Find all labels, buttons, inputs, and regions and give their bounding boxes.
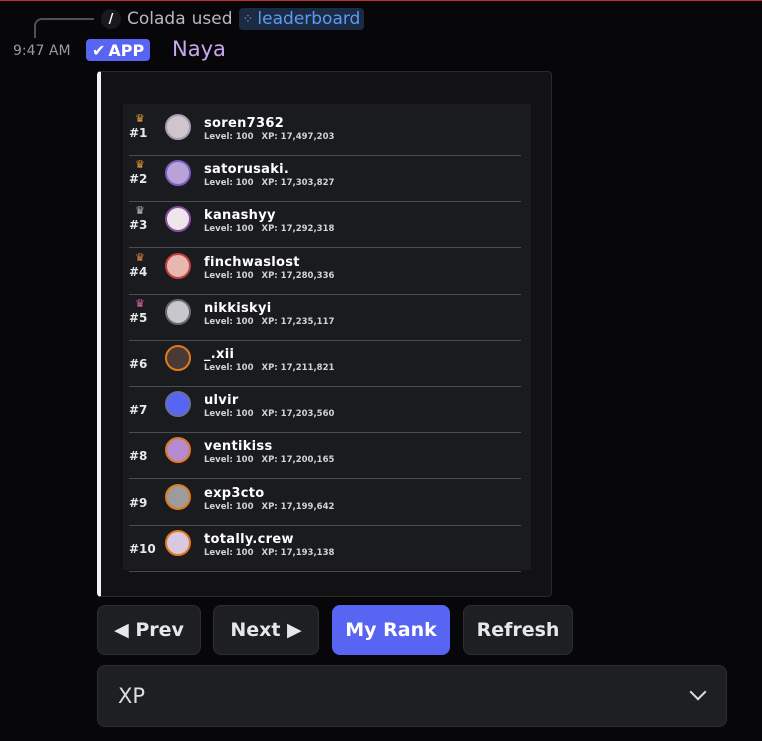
rank-number: #9 [129, 495, 148, 510]
message-timestamp: 9:47 AM [13, 43, 71, 59]
member-level: Level: 100 [204, 547, 254, 558]
app-badge: ✔ APP [86, 39, 151, 61]
member-name: satorusaki. [204, 162, 290, 178]
refresh-button[interactable]: Refresh [463, 605, 573, 655]
check-icon: ✔ [92, 40, 106, 60]
crown-icon: ♛ [135, 112, 145, 125]
chevron-down-icon [689, 683, 707, 701]
avatar [165, 206, 191, 233]
member-level: Level: 100 [204, 363, 254, 373]
member-name: exp3cto [204, 485, 265, 501]
member-stats: Level: 100 XP: 17,280,336 [204, 271, 334, 281]
member-name: finchwaslost [204, 254, 300, 270]
member-stats: Level: 100 XP: 17,203,560 [204, 409, 334, 419]
leaderboard-image: ♛ #1 soren7362 Level: 100 XP: 17,497,203 ♛ #2 s… [123, 104, 531, 572]
avatar [165, 391, 191, 418]
member-xp: XP: 17,497,203 [261, 132, 335, 142]
member-stats: Level: 100 XP: 17,292,318 [204, 224, 334, 234]
member-level: Level: 100 [204, 224, 254, 235]
leaderboard-row: ♛ #5 nikkiskyi Level: 100 XP: 17,235,117 [129, 295, 521, 341]
slash-command-icon: / [101, 9, 121, 29]
member-xp: XP: 17,292,318 [261, 224, 335, 235]
reply-reference[interactable]: / Colada used ⁘ leaderboard [101, 7, 365, 31]
reply-verb: used [191, 9, 233, 29]
member-level: Level: 100 [204, 455, 254, 466]
member-stats: Level: 100 XP: 17,193,138 [204, 548, 334, 558]
leaderboard-row: ♛ #4 finchwaslost Level: 100 XP: 17,280,336 [129, 249, 521, 295]
next-button[interactable]: Next ▶ [213, 605, 319, 655]
app-command-icon: ⁘ [242, 11, 254, 27]
rank-number: #6 [129, 357, 148, 371]
member-name: ulvir [204, 393, 239, 409]
row-divider [129, 570, 521, 572]
member-name: ventikiss [204, 439, 273, 455]
member-xp: XP: 17,203,560 [261, 409, 335, 420]
member-stats: Level: 100 XP: 17,303,827 [204, 178, 334, 188]
member-level: Level: 100 [204, 270, 254, 281]
member-name: _.xii [204, 347, 235, 362]
leaderboard-row: #7 ulvir Level: 100 XP: 17,203,560 [129, 387, 521, 434]
member-name: kanashyy [204, 208, 276, 224]
crown-icon: ♛ [135, 204, 145, 218]
leaderboard-row: ♛ #2 satorusaki. Level: 100 XP: 17,303,827 [129, 156, 521, 203]
avatar [165, 483, 191, 510]
member-stats: Level: 100 XP: 17,200,165 [204, 455, 334, 465]
member-level: Level: 100 [204, 501, 254, 512]
app-badge-label: APP [108, 40, 145, 60]
crown-icon: ♛ [135, 158, 145, 172]
avatar [165, 529, 191, 556]
rank-number: #8 [129, 449, 148, 464]
sort-select[interactable]: XP [97, 665, 727, 727]
member-xp: XP: 17,199,642 [261, 501, 335, 512]
sort-select-value: XP [118, 684, 146, 708]
rank-number: #7 [129, 403, 148, 418]
member-xp: XP: 17,211,821 [261, 363, 335, 373]
rank-number: #3 [129, 218, 148, 233]
rank-number: #1 [129, 126, 148, 140]
leaderboard-row: ♛ #3 kanashyy Level: 100 XP: 17,292,318 [129, 202, 521, 249]
leaderboard-row: ♛ #1 soren7362 Level: 100 XP: 17,497,203 [129, 110, 521, 156]
member-xp: XP: 17,303,827 [261, 178, 335, 189]
member-level: Level: 100 [204, 316, 254, 327]
avatar [165, 252, 191, 279]
member-xp: XP: 17,193,138 [261, 547, 335, 558]
member-name: nikkiskyi [204, 300, 272, 316]
rank-number: #4 [129, 264, 148, 279]
leaderboard-row: #6 _.xii Level: 100 XP: 17,211,821 [129, 341, 521, 387]
prev-button[interactable]: ◀ Prev [97, 605, 201, 655]
avatar [165, 114, 191, 140]
member-name: totally.crew [204, 531, 294, 547]
leaderboard-row: #8 ventikiss Level: 100 XP: 17,200,165 [129, 433, 521, 480]
avatar [165, 345, 191, 371]
member-xp: XP: 17,280,336 [261, 270, 335, 281]
command-mention[interactable]: ⁘ leaderboard [238, 8, 365, 30]
member-level: Level: 100 [204, 409, 254, 420]
leaderboard-row: #9 exp3cto Level: 100 XP: 17,199,642 [129, 480, 521, 526]
reply-connector [34, 18, 94, 38]
member-stats: Level: 100 XP: 17,497,203 [204, 132, 334, 142]
my-rank-button[interactable]: My Rank [332, 605, 450, 655]
member-stats: Level: 100 XP: 17,199,642 [204, 502, 334, 512]
avatar [165, 437, 191, 464]
member-xp: XP: 17,235,117 [261, 316, 335, 327]
command-name: leaderboard [257, 9, 361, 29]
leaderboard-row: #10 totally.crew Level: 100 XP: 17,193,138 [129, 526, 521, 572]
author-username[interactable]: Naya [172, 37, 226, 61]
rank-number: #5 [129, 310, 148, 325]
member-level: Level: 100 [204, 178, 254, 189]
reply-username[interactable]: Colada [127, 9, 186, 29]
member-name: soren7362 [204, 116, 285, 131]
crown-icon: ♛ [135, 250, 145, 264]
crown-icon: ♛ [135, 296, 145, 310]
member-level: Level: 100 [204, 132, 254, 142]
rank-number: #10 [129, 541, 156, 556]
member-stats: Level: 100 XP: 17,235,117 [204, 317, 334, 327]
member-stats: Level: 100 XP: 17,211,821 [204, 363, 334, 373]
leaderboard-embed: ♛ #1 soren7362 Level: 100 XP: 17,497,203 ♛ #2 s… [97, 71, 552, 597]
member-xp: XP: 17,200,165 [261, 455, 335, 466]
avatar [165, 160, 191, 187]
rank-number: #2 [129, 172, 148, 187]
avatar [165, 298, 191, 325]
